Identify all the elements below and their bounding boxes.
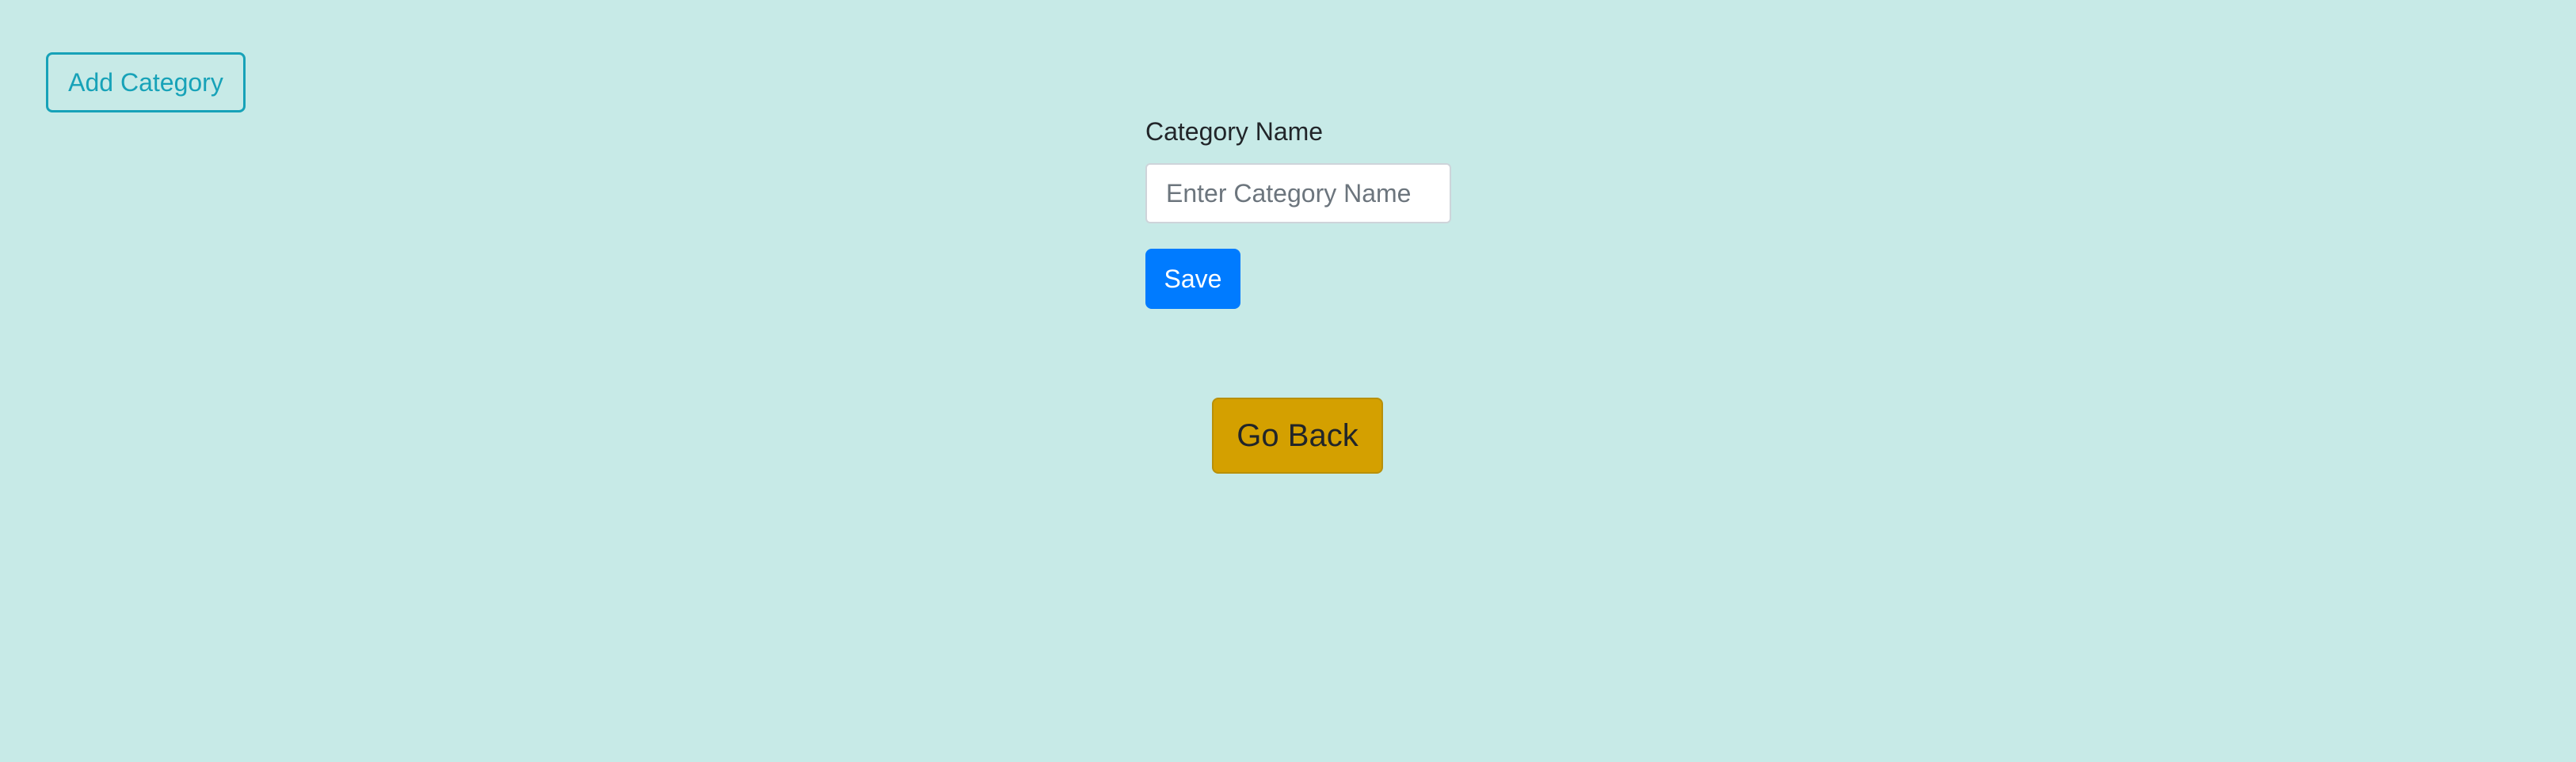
save-button[interactable]: Save <box>1145 249 1240 309</box>
category-name-input[interactable] <box>1145 163 1451 223</box>
category-form: Category Name Save <box>1145 114 1621 309</box>
page: { "header": { "add_category_label": "Add… <box>0 0 2576 762</box>
add-category-button[interactable]: Add Category <box>46 52 246 112</box>
category-name-label: Category Name <box>1145 117 1324 146</box>
go-back-button[interactable]: Go Back <box>1212 398 1383 474</box>
